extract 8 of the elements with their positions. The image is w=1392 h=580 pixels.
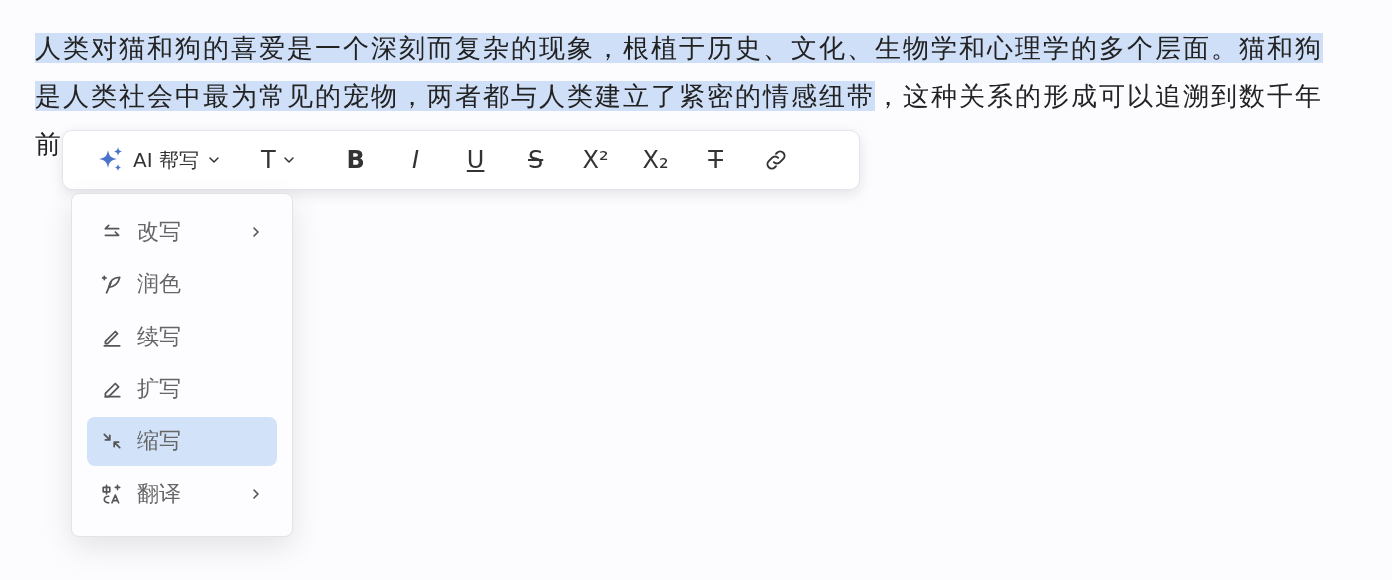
menu-item[interactable]: 缩写 (87, 417, 277, 466)
menu-item[interactable]: 翻译 (87, 469, 277, 518)
menu-item[interactable]: 扩写 (87, 365, 277, 414)
menu-item[interactable]: 续写 (87, 312, 277, 361)
menu-item[interactable]: 润色 (87, 260, 277, 309)
feather-icon (101, 273, 123, 296)
translate-icon (101, 482, 123, 505)
menu-item[interactable]: 改写 (87, 208, 277, 257)
